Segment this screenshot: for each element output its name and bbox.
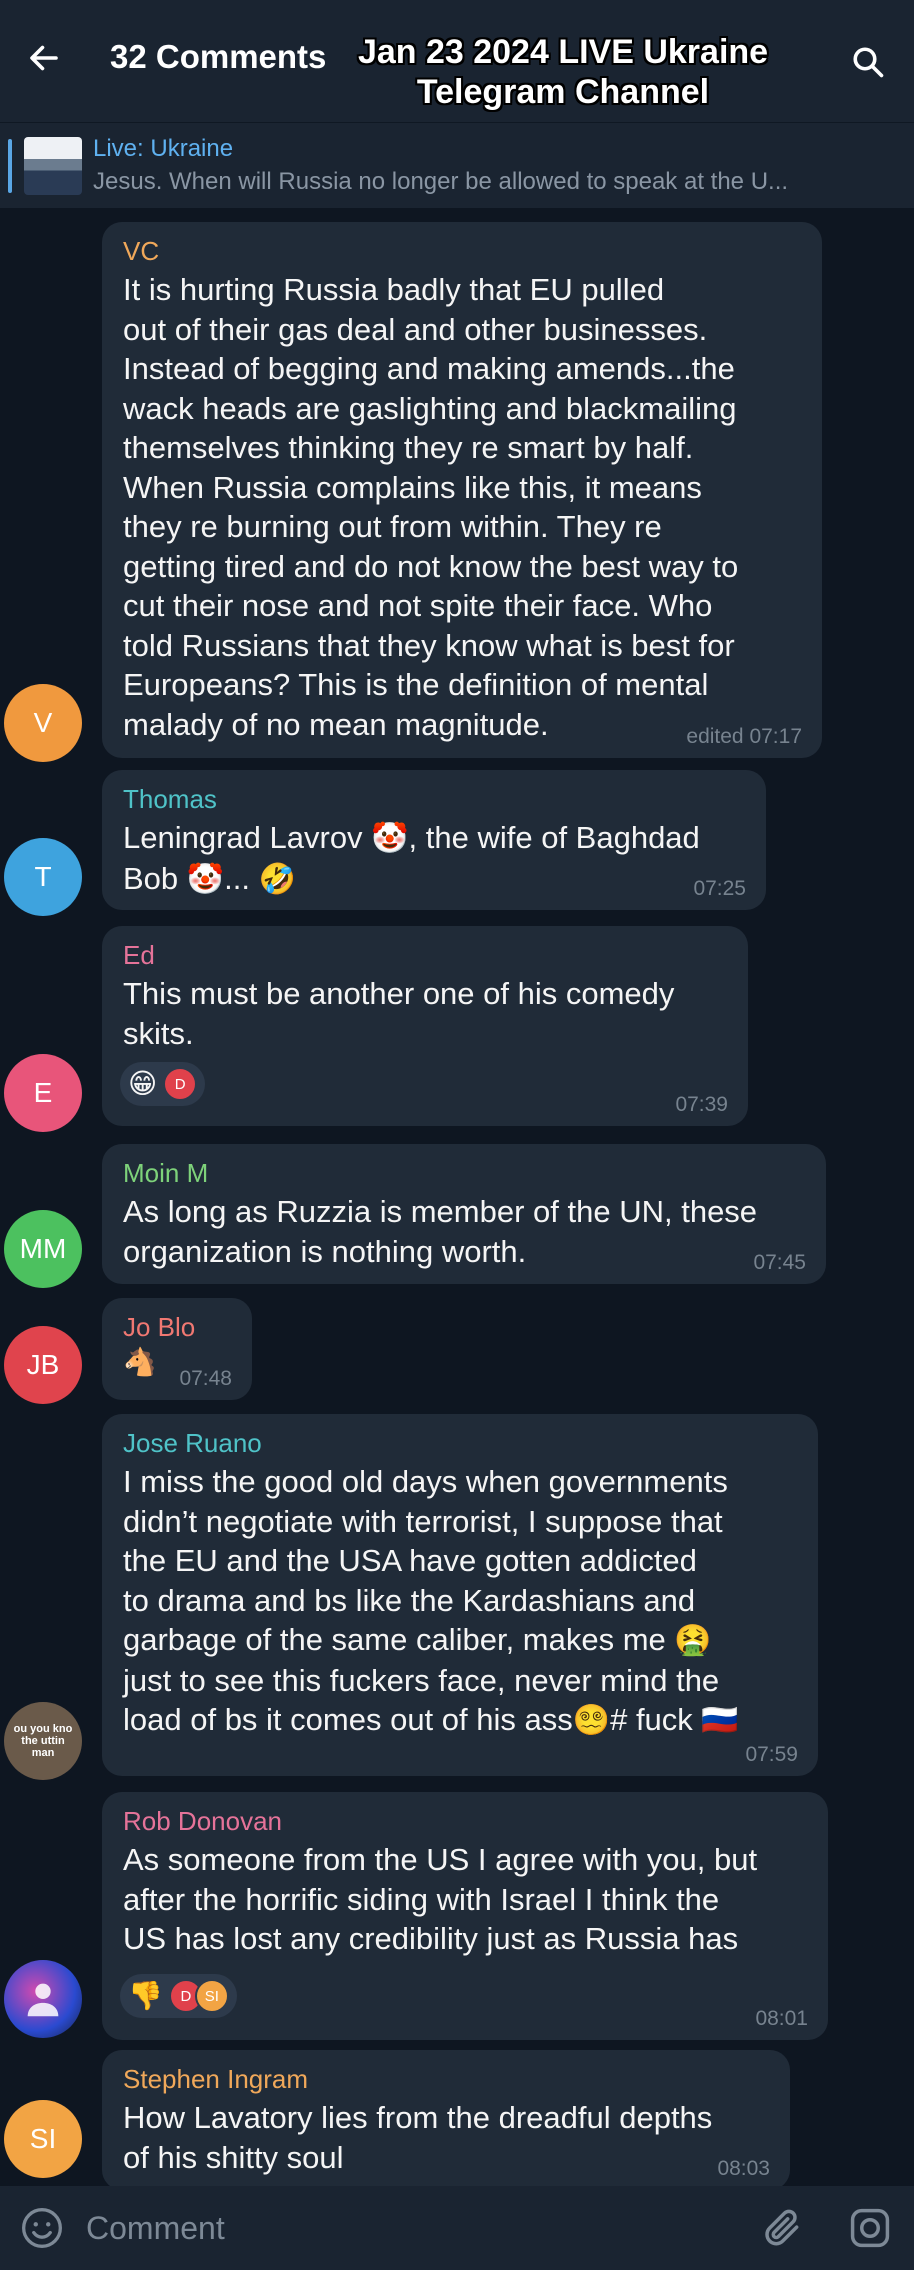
- horse-sticker: 🐴: [123, 1347, 157, 1377]
- user-avatar-icon: [27, 1983, 59, 2017]
- message-time: edited 07:17: [686, 725, 802, 748]
- page-title: 32 Comments: [110, 38, 327, 75]
- attach-button[interactable]: [760, 2206, 804, 2250]
- message-bubble[interactable]: Jose Ruano I miss the good old days when…: [102, 1414, 818, 1776]
- message-text: Leningrad Lavrov 🤡, the wife of Baghdad …: [123, 820, 700, 896]
- paperclip-icon: [765, 2209, 799, 2246]
- grin-emoji: 😁: [128, 1068, 158, 1099]
- author-name: Stephen Ingram: [123, 2064, 309, 2094]
- message-text: It is hurting Russia badly that EU pulle…: [123, 272, 739, 742]
- camera-icon: [850, 2208, 890, 2248]
- reactions-pill[interactable]: 👎 D SI: [120, 1974, 237, 2018]
- avatar-initials: E: [33, 1077, 53, 1108]
- pinned-indicator: [8, 139, 12, 193]
- message-bubble[interactable]: Jo Blo 🐴 07:48: [102, 1298, 252, 1400]
- message-time: 07:45: [753, 1251, 806, 1274]
- avatar[interactable]: V: [4, 684, 82, 762]
- avatar-meme-text: ou you kno the uttin man: [13, 1723, 73, 1759]
- message-time: 08:01: [755, 2007, 808, 2030]
- reaction-avatar: SI: [194, 1979, 229, 2013]
- message-bubble[interactable]: Stephen Ingram How Lavatory lies from th…: [102, 2050, 790, 2186]
- russia-flag-emoji: 🇷🇺: [701, 1704, 739, 1737]
- thumbs-down-emoji: 👎: [128, 1980, 163, 2011]
- rofl-emoji: 🤣: [258, 862, 296, 896]
- message-text: As long as Ruzzia is member of the UN, t…: [123, 1194, 758, 1269]
- reactions-pill[interactable]: 😁 D: [120, 1062, 206, 1106]
- message-text: I miss the good old days when government…: [123, 1464, 739, 1737]
- avatar-initials: SI: [29, 2123, 57, 2154]
- pinned-message[interactable]: Live: Ukraine Jesus. When will Russia no…: [0, 122, 914, 208]
- pinned-title: Live: Ukraine: [93, 135, 234, 162]
- author-name: Thomas: [123, 784, 217, 814]
- comments-list[interactable]: VC It is hurting Russia badly that EU pu…: [0, 208, 914, 2186]
- author-name: Moin M: [123, 1158, 209, 1188]
- author-name: Rob Donovan: [123, 1806, 282, 1836]
- avatar[interactable]: [4, 1960, 82, 2038]
- author-name: Ed: [123, 940, 155, 970]
- message-bubble[interactable]: VC It is hurting Russia badly that EU pu…: [102, 222, 822, 758]
- top-bar: 32 Comments Jan 23 2024 LIVE Ukraine Tel…: [0, 0, 914, 122]
- author-name: Jose Ruano: [123, 1428, 262, 1458]
- message-time: 07:48: [179, 1367, 232, 1390]
- pinned-thumbnail: [24, 137, 82, 195]
- author-name: VC: [123, 236, 160, 266]
- comment-input[interactable]: [86, 2202, 686, 2254]
- avatar[interactable]: T: [4, 838, 82, 916]
- search-button[interactable]: [842, 36, 894, 88]
- avatar-initials: MM: [19, 1233, 67, 1264]
- pinned-text: Jesus. When will Russia no longer be all…: [93, 168, 789, 195]
- message-bubble[interactable]: Thomas Leningrad Lavrov 🤡, the wife of B…: [102, 770, 766, 910]
- message-time: 07:59: [745, 1743, 798, 1766]
- message-bubble[interactable]: Rob Donovan As someone from the US I agr…: [102, 1792, 828, 2040]
- avatar[interactable]: MM: [4, 1210, 82, 1288]
- message-time: 07:25: [693, 877, 746, 900]
- clown-emoji: 🤡: [186, 862, 225, 896]
- avatar-initials: T: [34, 861, 52, 892]
- message-bubble[interactable]: Moin M As long as Ruzzia is member of th…: [102, 1144, 826, 1284]
- vomit-emoji: 🤮: [674, 1624, 712, 1657]
- avatar[interactable]: E: [4, 1054, 82, 1132]
- message-bubble[interactable]: Ed This must be another one of his comed…: [102, 926, 748, 1126]
- emoji-button[interactable]: [20, 2206, 64, 2250]
- back-button[interactable]: [18, 32, 70, 84]
- message-text: This must be another one of his comedy s…: [123, 976, 675, 1051]
- message-text: As someone from the US I agree with you,…: [123, 1842, 758, 1956]
- arrow-left-icon: [30, 45, 58, 71]
- avatar-initials: JB: [26, 1349, 60, 1380]
- smiley-icon: [22, 2208, 62, 2248]
- reaction-avatar: D: [163, 1067, 198, 1101]
- comment-composer: [0, 2186, 914, 2270]
- camera-button[interactable]: [848, 2206, 892, 2250]
- author-name: Jo Blo: [123, 1312, 196, 1342]
- message-time: 08:03: [717, 2157, 770, 2180]
- avatar[interactable]: SI: [4, 2100, 82, 2178]
- avatar[interactable]: ou you kno the uttin man: [4, 1702, 82, 1780]
- avatar-initials: V: [33, 707, 53, 738]
- avatar[interactable]: JB: [4, 1326, 82, 1404]
- clown-emoji: 🤡: [371, 822, 409, 855]
- search-icon: [853, 47, 884, 78]
- message-text: How Lavatory lies from the dreadful dept…: [123, 2100, 713, 2175]
- message-time: 07:39: [675, 1093, 728, 1116]
- overlay-caption: Jan 23 2024 LIVE Ukraine Telegram Channe…: [357, 33, 769, 111]
- dizzy-face-emoji: 😵‍💫: [572, 1704, 611, 1737]
